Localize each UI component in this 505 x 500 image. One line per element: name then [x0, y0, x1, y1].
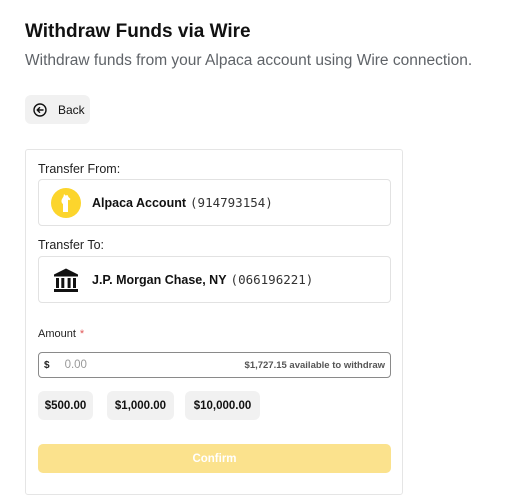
back-button[interactable]: Back — [25, 95, 90, 124]
confirm-button[interactable]: Confirm — [38, 444, 391, 473]
amount-label: Amount * — [38, 328, 84, 340]
transfer-to-account-number: (066196221) — [230, 272, 314, 287]
amount-input[interactable] — [64, 359, 215, 371]
required-marker: * — [79, 328, 85, 340]
transfer-from-account: Alpaca Account (914793154) — [38, 179, 391, 226]
amount-label-text: Amount — [38, 328, 76, 340]
alpaca-logo-icon — [51, 187, 81, 218]
back-button-label: Back — [58, 102, 85, 117]
amount-field[interactable]: $ $1,727.15 available to withdraw — [38, 352, 391, 378]
available-balance: $1,727.15 available to withdraw — [244, 359, 385, 371]
currency-symbol: $ — [44, 359, 50, 371]
preset-amount-button[interactable]: $10,000.00 — [185, 391, 260, 420]
transfer-from-account-name: Alpaca Account — [92, 195, 187, 210]
preset-amount-button[interactable]: $1,000.00 — [107, 391, 174, 420]
preset-amount-button[interactable]: $500.00 — [38, 391, 93, 420]
bank-icon — [51, 265, 81, 295]
transfer-to-account-name: J.P. Morgan Chase, NY — [92, 272, 227, 287]
transfer-to-account: J.P. Morgan Chase, NY (066196221) — [38, 256, 391, 303]
withdraw-form-card: Transfer From: Alpaca Account (914793154… — [25, 149, 403, 495]
transfer-from-account-number: (914793154) — [190, 195, 273, 210]
arrow-left-circle-icon — [33, 102, 47, 117]
page-title: Withdraw Funds via Wire — [25, 21, 251, 42]
transfer-to-label: Transfer To: — [38, 238, 104, 252]
page-subtitle: Withdraw funds from your Alpaca account … — [25, 52, 473, 69]
transfer-from-label: Transfer From: — [38, 162, 121, 176]
